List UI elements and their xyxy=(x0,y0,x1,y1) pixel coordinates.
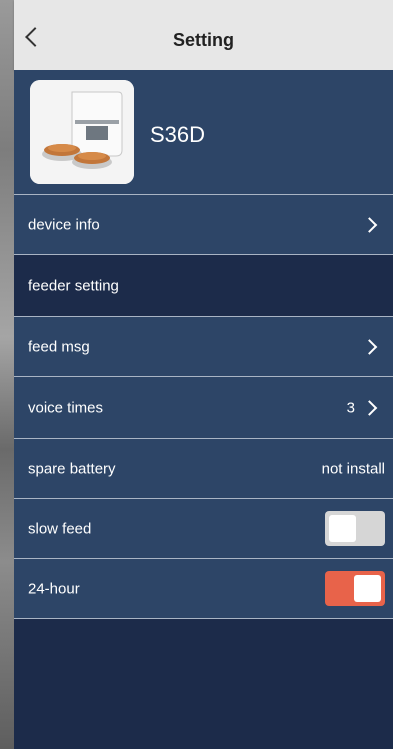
slow-feed-toggle[interactable] xyxy=(325,511,385,546)
row-slow-feed: slow feed xyxy=(14,499,393,559)
toggle-knob xyxy=(329,515,356,542)
section-feeder-setting: feeder setting xyxy=(14,255,393,317)
row-label: slow feed xyxy=(28,520,92,537)
header-bar: Setting xyxy=(14,0,393,70)
pet-feeder-image xyxy=(30,80,134,184)
24-hour-toggle[interactable] xyxy=(325,571,385,606)
row-label: voice times xyxy=(28,399,104,416)
row-voice-times[interactable]: voice times 3 xyxy=(14,377,393,439)
settings-screen: Setting S36D device info feeder setting … xyxy=(14,0,393,749)
row-device-info[interactable]: device info xyxy=(14,195,393,255)
row-label: feed msg xyxy=(28,338,90,355)
row-label: spare battery xyxy=(28,460,116,477)
chevron-right-icon xyxy=(361,399,378,416)
chevron-right-icon xyxy=(361,338,378,355)
chevron-right-icon xyxy=(361,216,378,233)
voice-times-value: 3 xyxy=(346,399,355,416)
section-label: feeder setting xyxy=(28,277,119,294)
row-spare-battery: spare battery not install xyxy=(14,439,393,499)
spare-battery-status: not install xyxy=(321,460,385,477)
toggle-knob xyxy=(354,575,381,602)
row-label: 24-hour xyxy=(28,580,80,597)
row-label: device info xyxy=(28,216,100,233)
device-name: S36D xyxy=(150,122,206,147)
row-24-hour: 24-hour xyxy=(14,559,393,619)
page-title: Setting xyxy=(173,30,234,50)
device-card: S36D xyxy=(14,70,393,195)
row-feed-msg[interactable]: feed msg xyxy=(14,317,393,377)
photo-edge xyxy=(0,0,14,749)
